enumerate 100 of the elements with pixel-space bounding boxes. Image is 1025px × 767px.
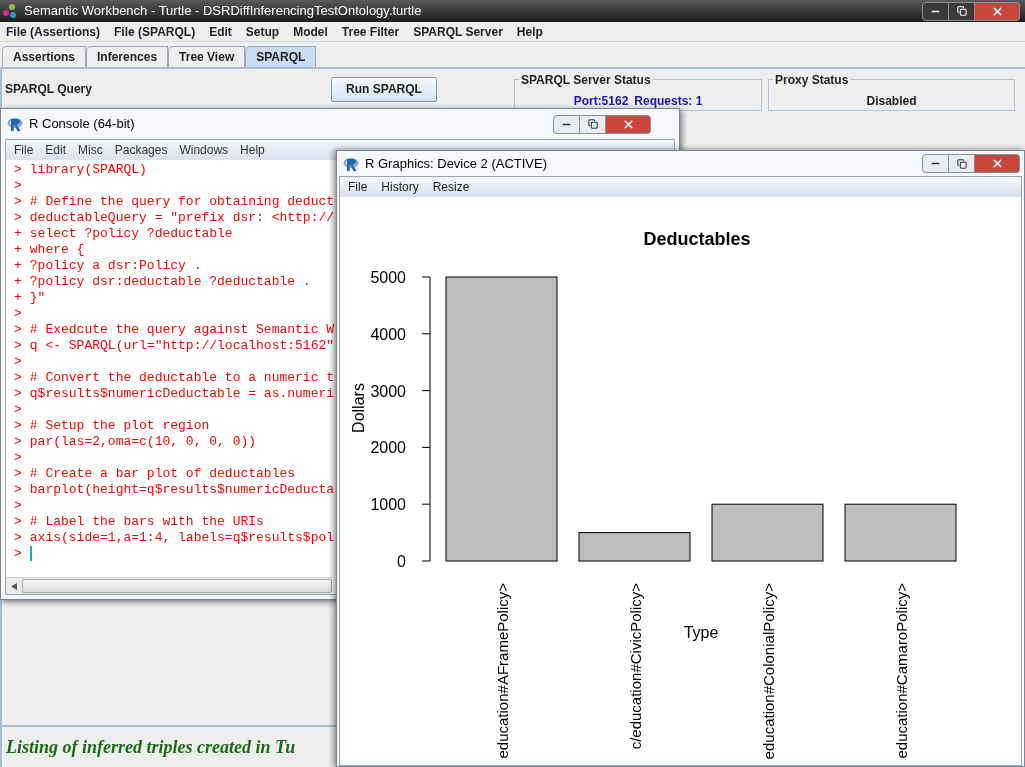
minimize-button[interactable] (922, 1, 949, 21)
code-line: # Label the bars with the URIs (29, 514, 264, 530)
text-cursor (29, 546, 32, 561)
restore-icon (587, 119, 598, 129)
menu-item[interactable]: Help (240, 141, 265, 159)
menu-item[interactable]: Help (516, 22, 543, 41)
y-tick-label: 1000 (370, 496, 406, 514)
proxy-status: Disabled (866, 93, 917, 110)
y-tick-label: 0 (397, 553, 406, 570)
menu-item[interactable]: Setup (245, 22, 280, 41)
y-tick-label: 4000 (370, 325, 406, 343)
prompt: + (14, 242, 22, 258)
prompt: > (14, 514, 22, 530)
menu-item[interactable]: Edit (45, 141, 67, 159)
category-label: education#CamaroPolicy> (892, 583, 910, 759)
y-tick-label: 5000 (370, 269, 406, 286)
prompt: > (14, 402, 22, 418)
menu-item[interactable]: File (Assertions) (6, 22, 101, 41)
menu-item[interactable]: Resize (432, 178, 470, 196)
prompt: + (14, 274, 22, 290)
minimize-button[interactable] (922, 154, 949, 173)
code-line: barplot(height=q$results$numericDeducta (29, 482, 335, 498)
close-icon (621, 117, 635, 131)
menu-item[interactable]: Tree Filter (341, 22, 400, 41)
restore-button[interactable] (949, 154, 975, 173)
prompt: > (14, 322, 22, 338)
prompt: > (14, 306, 22, 322)
query-label: SPARQL Query (5, 81, 93, 98)
minimize-button[interactable] (553, 114, 580, 134)
window-title: R Console (64-bit) (29, 115, 135, 134)
r-logo-icon (343, 155, 359, 172)
prompt: > (14, 450, 22, 466)
prompt: > (14, 354, 22, 370)
close-button[interactable] (975, 1, 1020, 21)
prompt: > (14, 370, 22, 386)
close-icon (990, 157, 1004, 170)
prompt: > (14, 498, 22, 514)
menu-item[interactable]: Edit (209, 22, 232, 41)
prompt: > (14, 418, 22, 434)
close-button[interactable] (606, 114, 651, 134)
code-line: axis(side=1,a=1:4, labels=q$results$pol (29, 530, 335, 546)
prompt: > (14, 386, 22, 402)
chart-title: Deductables (643, 229, 751, 249)
window-title: Semantic Workbench - Turtle - DSRDiffInferencingTestOntology.turtle (24, 2, 422, 21)
menu-item[interactable]: History (381, 178, 419, 196)
prompt: > (14, 194, 22, 210)
run-sparql-button[interactable]: Run SPARQL (331, 76, 437, 102)
tab[interactable]: SPARQL (245, 46, 317, 67)
tab[interactable]: Inferences (86, 46, 169, 67)
restore-button[interactable] (580, 114, 606, 134)
y-tick-label: 3000 (370, 382, 406, 400)
code-line: ?policy a dsr:Policy . (29, 258, 202, 274)
menu-item[interactable]: File (SPARQL) (114, 22, 196, 41)
prompt: > (14, 466, 22, 482)
code-line: ?policy dsr:deductable ?deductable . (29, 274, 311, 290)
prompt: + (14, 290, 22, 306)
prompt: > (14, 434, 22, 450)
close-button[interactable] (975, 154, 1020, 173)
tab[interactable]: Tree View (168, 46, 246, 67)
restore-icon (956, 6, 967, 16)
code-line: par(las=2,oma=c(10, 0, 0, 0)) (29, 434, 257, 450)
port-status: Port:5162 (573, 93, 629, 110)
y-axis-label: Dollars (350, 383, 367, 433)
prompt: > (14, 546, 22, 562)
category-label: c/education#CivicPolicy> (626, 583, 644, 750)
prompt: + (14, 226, 22, 242)
category-label: education#ColonialPolicy> (759, 583, 777, 760)
window-title: R Graphics: Device 2 (ACTIVE) (365, 154, 548, 173)
request-count: Requests: 1 (634, 93, 703, 110)
close-icon (990, 4, 1004, 18)
code-line: deductableQuery = "prefix dsr: <http:// (29, 210, 335, 226)
prompt: > (14, 482, 22, 498)
prompt: + (14, 258, 22, 274)
section-heading: Listing of inferred triples created in Tu (6, 735, 296, 759)
prompt: > (14, 338, 22, 354)
code-line: select ?policy ?deductable (29, 226, 233, 242)
r-logo-icon (7, 116, 23, 132)
prompt: > (14, 530, 22, 546)
scroll-left-icon[interactable] (11, 582, 17, 590)
restore-button[interactable] (949, 1, 975, 21)
menu-item[interactable]: Packages (114, 141, 168, 159)
y-tick-label: 2000 (370, 439, 406, 457)
code-line: q <- SPARQL(url="http://localhost:5162" (29, 338, 335, 354)
code-line: # Setup the plot region (29, 418, 210, 434)
menu-item[interactable]: File (348, 178, 368, 196)
menu-item[interactable]: SPARQL Server (413, 22, 503, 41)
code-line: where { (29, 242, 85, 258)
code-line: # Create a bar plot of deductables (29, 466, 296, 482)
restore-icon (956, 158, 967, 169)
code-line: q$results$numericDeductable = as.numeri (29, 386, 335, 402)
code-line: # Convert the deductable to a numeric t (29, 370, 335, 386)
code-line: }" (29, 290, 46, 306)
tab[interactable]: Assertions (2, 46, 87, 67)
prompt: > (14, 162, 22, 178)
prompt: > (14, 210, 22, 226)
menu-item[interactable]: Model (293, 22, 328, 41)
menu-item[interactable]: Windows (179, 141, 229, 159)
scrollbar-thumb[interactable] (22, 579, 332, 593)
menu-item[interactable]: Misc (78, 141, 103, 159)
menu-item[interactable]: File (14, 141, 34, 159)
